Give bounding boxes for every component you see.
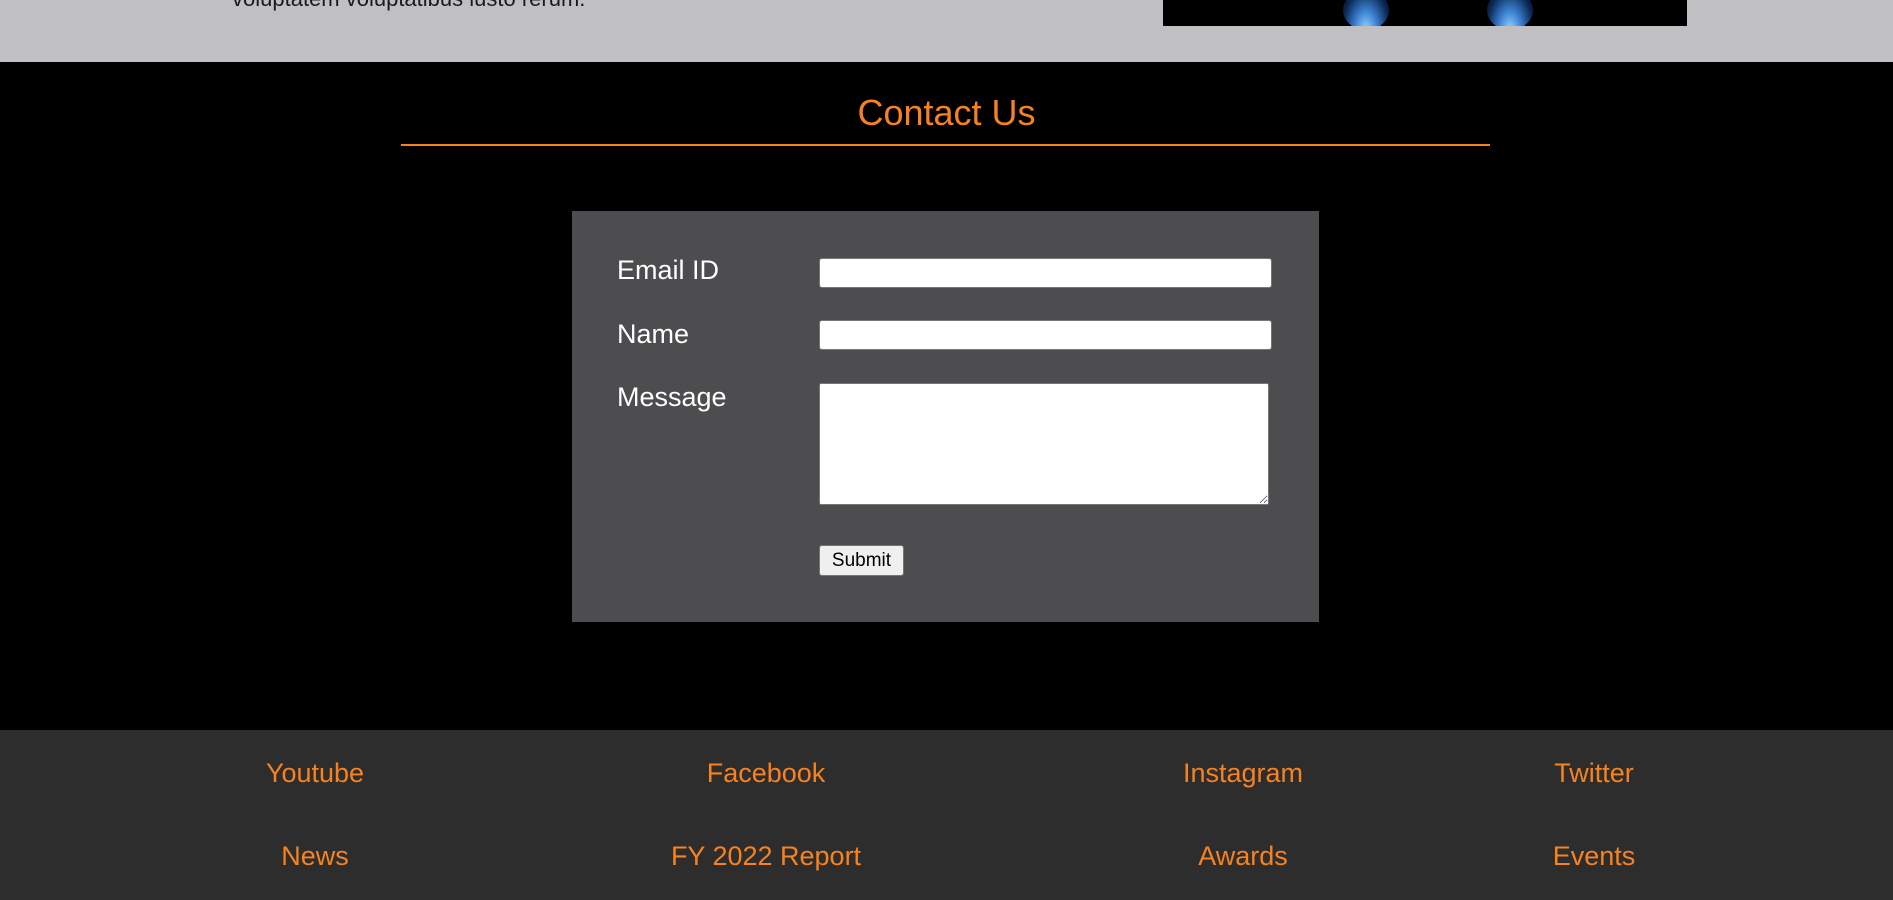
footer: Youtube Facebook Instagram Twitter News …	[0, 730, 1893, 900]
email-field[interactable]	[819, 258, 1272, 288]
submit-button[interactable]: Submit	[819, 545, 904, 576]
footer-link-awards[interactable]: Awards	[1198, 841, 1288, 872]
previous-section-image	[1163, 0, 1687, 26]
contact-title: Contact Us	[857, 92, 1036, 133]
contact-section: Contact Us Email ID Name Message Submit	[0, 62, 1893, 730]
footer-link-twitter[interactable]: Twitter	[1554, 758, 1634, 789]
message-label: Message	[617, 382, 727, 412]
title-divider	[401, 144, 1490, 146]
footer-link-facebook[interactable]: Facebook	[707, 758, 826, 789]
footer-link-instagram[interactable]: Instagram	[1183, 758, 1303, 789]
name-label: Name	[617, 319, 690, 349]
previous-section-text: voluptatem voluptatibus iusto rerum.	[232, 0, 585, 12]
name-field[interactable]	[819, 320, 1272, 350]
contact-form: Email ID Name Message Submit	[572, 211, 1319, 622]
email-label: Email ID	[617, 255, 720, 285]
message-textarea[interactable]	[819, 383, 1269, 505]
previous-section-strip: voluptatem voluptatibus iusto rerum.	[0, 0, 1893, 62]
footer-link-fy2022-report[interactable]: FY 2022 Report	[671, 841, 861, 872]
footer-link-events[interactable]: Events	[1553, 841, 1636, 872]
image-glow-left	[1343, 0, 1389, 26]
footer-link-news[interactable]: News	[281, 841, 349, 872]
footer-link-youtube[interactable]: Youtube	[266, 758, 364, 789]
image-glow-right	[1487, 0, 1533, 26]
